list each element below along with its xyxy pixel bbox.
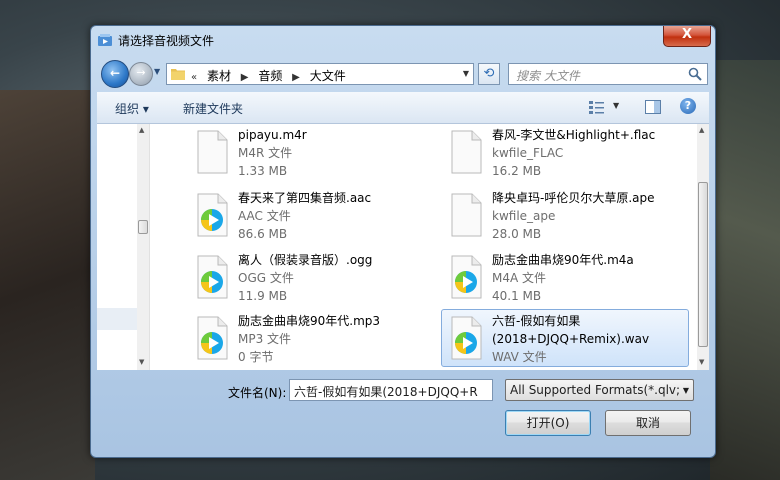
desktop-wallpaper-right — [710, 60, 780, 480]
address-bar[interactable]: « 素材 ▶ 音频 ▶ 大文件 ▼ — [166, 63, 474, 85]
file-type: M4A 文件 — [492, 271, 547, 285]
file-type: M4R 文件 — [238, 146, 293, 160]
file-type: kwfile_FLAC — [492, 146, 564, 160]
scroll-thumb[interactable] — [138, 220, 148, 234]
preview-pane-icon[interactable] — [645, 100, 661, 114]
refresh-button[interactable]: ⟲ — [478, 63, 500, 85]
file-type-select[interactable]: All Supported Formats(*.qlv; ▼ — [505, 379, 694, 401]
file-name: 励志金曲串烧90年代.m4a — [492, 253, 634, 267]
filename-label: 文件名(N): — [228, 386, 287, 400]
file-name: 降央卓玛-呼伦贝尔大草原.ape — [492, 191, 655, 205]
new-folder-button[interactable]: 新建文件夹 — [183, 100, 243, 117]
file-size: 40.1 MB — [492, 289, 542, 303]
media-play-icon — [194, 316, 230, 360]
file-name-line2: (2018+DJQQ+Remix).wav — [492, 332, 650, 346]
media-play-icon — [448, 316, 484, 360]
breadcrumb-chevron-icon[interactable]: ▶ — [292, 72, 300, 83]
scroll-up-icon[interactable]: ▲ — [139, 126, 144, 134]
file-name: pipayu.m4r — [238, 128, 307, 142]
file-item[interactable]: 春天来了第四集音频.aac AAC 文件 86.6 MB — [187, 186, 435, 244]
back-button[interactable]: ← — [101, 60, 129, 88]
file-list-area: ▲ ▼ pipayu.m4r M4R 文件 1.33 MB 春风-李文世&Highli… — [97, 124, 709, 370]
file-open-dialog: 请选择音视频文件 X ← → ▼ « 素材 ▶ 音频 ▶ 大文件 ▼ ⟲ 搜索 … — [90, 25, 716, 458]
scroll-down-icon[interactable]: ▼ — [699, 358, 704, 366]
recent-pages-dropdown-icon[interactable]: ▼ — [154, 67, 160, 76]
media-play-icon — [448, 255, 484, 299]
file-size: 1.33 MB — [238, 164, 288, 178]
search-input[interactable]: 搜索 大文件 — [508, 63, 708, 85]
file-type: MP3 文件 — [238, 332, 292, 346]
address-dropdown-icon[interactable]: ▼ — [463, 69, 469, 78]
file-size: 16.2 MB — [492, 164, 542, 178]
desktop-wallpaper-left — [0, 90, 95, 480]
file-item[interactable]: 六哲-假如有如果 (2018+DJQQ+Remix).wav WAV 文件 — [441, 309, 689, 367]
file-item[interactable]: 励志金曲串烧90年代.mp3 MP3 文件 0 字节 — [187, 309, 435, 367]
search-icon[interactable] — [688, 67, 702, 81]
file-type-value: All Supported Formats(*.qlv; — [510, 383, 681, 397]
cancel-button[interactable]: 取消 — [605, 410, 691, 436]
breadcrumb-chevron-icon[interactable]: ▶ — [241, 72, 249, 83]
navigation-pane: ▲ ▼ — [97, 124, 150, 370]
file-name: 春天来了第四集音频.aac — [238, 191, 372, 205]
folder-icon — [171, 69, 185, 80]
scroll-down-icon[interactable]: ▼ — [139, 358, 144, 366]
chevron-down-icon: ▼ — [682, 386, 689, 395]
file-item[interactable]: 励志金曲串烧90年代.m4a M4A 文件 40.1 MB — [441, 248, 689, 306]
file-item[interactable]: 降央卓玛-呼伦贝尔大草原.ape kwfile_ape 28.0 MB — [441, 186, 689, 244]
title-bar: 请选择音视频文件 X — [91, 26, 715, 54]
file-size: 28.0 MB — [492, 227, 542, 241]
dialog-footer: 文件名(N): 六哲-假如有如果(2018+DJQQ+R All Support… — [91, 372, 715, 459]
close-button[interactable]: X — [663, 26, 711, 47]
breadcrumb-item-yinpin[interactable]: 音频 — [258, 69, 282, 83]
command-bar: 组织 ▾ 新建文件夹 ▼ ? — [97, 92, 709, 124]
file-size: 86.6 MB — [238, 227, 288, 241]
file-size: 0 字节 — [238, 350, 274, 364]
file-type: WAV 文件 — [492, 350, 547, 364]
file-item[interactable]: 春风-李文世&Highlight+.flac kwfile_FLAC 16.2 MB — [441, 124, 689, 181]
file-item[interactable]: 离人（假装录音版）.ogg OGG 文件 11.9 MB — [187, 248, 435, 306]
blank-file-icon — [194, 130, 230, 174]
file-type: AAC 文件 — [238, 209, 291, 223]
blank-file-icon — [448, 193, 484, 237]
file-name: 励志金曲串烧90年代.mp3 — [238, 314, 381, 328]
navigation-pane-scrollbar[interactable]: ▲ ▼ — [137, 124, 149, 370]
filename-value: 六哲-假如有如果(2018+DJQQ+R — [294, 385, 478, 399]
scroll-thumb[interactable] — [698, 182, 708, 347]
navigation-pane-selected-item[interactable] — [97, 308, 137, 330]
breadcrumb: « 素材 ▶ 音频 ▶ 大文件 — [191, 67, 352, 84]
media-play-icon — [194, 193, 230, 237]
media-play-icon — [194, 255, 230, 299]
organize-menu[interactable]: 组织 ▾ — [115, 100, 149, 117]
file-name: 离人（假装录音版）.ogg — [238, 253, 373, 267]
search-placeholder: 搜索 大文件 — [516, 69, 580, 83]
file-item[interactable]: pipayu.m4r M4R 文件 1.33 MB — [187, 124, 435, 181]
file-name: 六哲-假如有如果 — [492, 314, 581, 328]
file-list-scrollbar[interactable]: ▲ ▼ — [697, 124, 709, 370]
scroll-up-icon[interactable]: ▲ — [699, 126, 704, 134]
help-icon[interactable]: ? — [680, 98, 696, 114]
filename-input[interactable]: 六哲-假如有如果(2018+DJQQ+R — [289, 379, 493, 401]
breadcrumb-item-dawenjian[interactable]: 大文件 — [310, 69, 346, 83]
address-row: ← → ▼ « 素材 ▶ 音频 ▶ 大文件 ▼ ⟲ 搜索 大文件 — [91, 56, 715, 92]
file-type: kwfile_ape — [492, 209, 556, 223]
open-button[interactable]: 打开(O) — [505, 410, 591, 436]
file-name: 春风-李文世&Highlight+.flac — [492, 128, 656, 142]
blank-file-icon — [448, 130, 484, 174]
view-options-icon[interactable] — [589, 100, 605, 114]
window-title: 请选择音视频文件 — [118, 34, 215, 48]
breadcrumb-item-sucai[interactable]: 素材 — [207, 69, 231, 83]
file-type: OGG 文件 — [238, 271, 294, 285]
file-size: 11.9 MB — [238, 289, 288, 303]
breadcrumb-overflow[interactable]: « — [191, 72, 197, 83]
app-icon — [98, 34, 112, 46]
view-dropdown-icon[interactable]: ▼ — [613, 101, 619, 110]
forward-button[interactable]: → — [129, 62, 153, 86]
